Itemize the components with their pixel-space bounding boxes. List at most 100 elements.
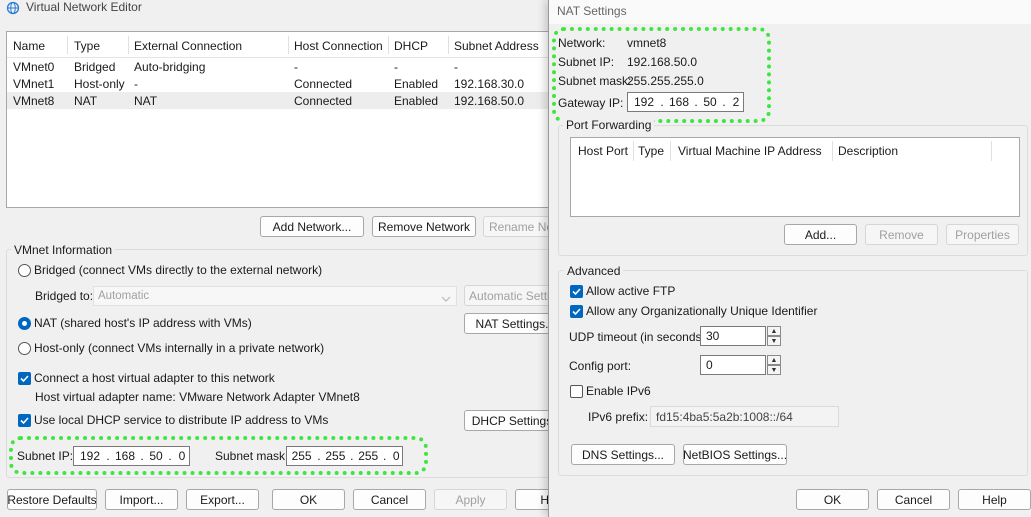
ip-octet: 192: [633, 95, 655, 109]
nat-dialog: NAT Settings Network: vmnet8 Subnet IP: …: [548, 0, 1031, 517]
pf-col-vm-ip[interactable]: Virtual Machine IP Address: [678, 144, 822, 158]
udp-spin-down-icon[interactable]: ▼: [767, 336, 781, 346]
network-label: Network:: [558, 36, 606, 50]
bridged-label[interactable]: Bridged (connect VMs directly to the ext…: [34, 263, 322, 277]
row-host: Connected: [294, 77, 353, 91]
ip-octet: 168: [668, 95, 690, 109]
hostonly-label[interactable]: Host-only (connect VMs internally in a p…: [34, 341, 324, 355]
hostonly-radio[interactable]: [18, 342, 31, 355]
allow-oui-label[interactable]: Allow any Organizationally Unique Identi…: [586, 304, 817, 318]
ip-octet: 168: [114, 449, 136, 463]
row-type: Bridged: [74, 60, 116, 74]
pf-add-button[interactable]: Add...: [784, 224, 857, 245]
bridged-to-value: Automatic: [98, 290, 150, 302]
row-subnet: 192.168.50.0: [454, 94, 525, 108]
dhcp-checkbox[interactable]: [18, 414, 31, 427]
row-name: VMnet8: [13, 94, 55, 108]
ipv6-prefix-label: IPv6 prefix:: [588, 410, 649, 424]
add-network-button[interactable]: Add Network...: [260, 216, 364, 237]
ip-dot: .: [140, 449, 144, 463]
dhcp-label[interactable]: Use local DHCP service to distribute IP …: [34, 413, 328, 427]
vne-ok-button[interactable]: OK: [272, 489, 345, 510]
network-list[interactable]: Name Type External Connection Host Conne…: [6, 31, 561, 208]
automatic-settings-button[interactable]: Automatic Settin: [464, 285, 560, 306]
row-subnet: 192.168.30.0: [454, 77, 525, 91]
row-ext: -: [134, 77, 138, 91]
list-header: Name Type External Connection Host Conne…: [7, 32, 561, 58]
enable-ipv6-label[interactable]: Enable IPv6: [586, 384, 651, 398]
row-type: NAT: [74, 94, 98, 108]
col-divider: [128, 36, 129, 54]
row-subnet: -: [454, 60, 458, 74]
ipv6-prefix-input[interactable]: fd15:4ba5:5a2b:1008::/64: [650, 406, 839, 427]
config-port-value: 0: [706, 358, 713, 372]
ipv6-prefix-value: fd15:4ba5:5a2b:1008::/64: [656, 409, 793, 424]
pf-col-host-port[interactable]: Host Port: [578, 144, 628, 158]
subnet-mask-field[interactable]: 255. 255. 255. 0: [286, 446, 403, 466]
dhcp-settings-button[interactable]: DHCP Settings: [464, 410, 560, 431]
adapter-name: Host virtual adapter name: VMware Networ…: [35, 390, 360, 404]
dns-settings-button[interactable]: DNS Settings...: [571, 444, 675, 465]
chevron-down-icon: [441, 292, 451, 306]
config-spin-down-icon[interactable]: ▼: [767, 365, 781, 375]
pf-col-description[interactable]: Description: [838, 144, 898, 158]
row-host: -: [294, 60, 298, 74]
config-port-label: Config port:: [569, 359, 632, 373]
nat-label[interactable]: NAT (shared host's IP address with VMs): [34, 316, 252, 330]
row-name: VMnet1: [13, 77, 55, 91]
row-name: VMnet0: [13, 60, 55, 74]
nat-help-button[interactable]: Help: [958, 489, 1031, 510]
pf-col-type[interactable]: Type: [638, 144, 664, 158]
vne-cancel-button[interactable]: Cancel: [353, 489, 426, 510]
col-divider: [832, 141, 833, 161]
gateway-ip-field[interactable]: 192. 168. 50. 2: [627, 92, 744, 112]
export-button[interactable]: Export...: [186, 489, 259, 510]
import-button[interactable]: Import...: [105, 489, 178, 510]
udp-timeout-input[interactable]: 30: [700, 326, 766, 346]
col-name-header[interactable]: Name: [13, 39, 45, 53]
subnet-ip-label: Subnet IP:: [17, 449, 74, 463]
vne-titlebar: Virtual Network Editor: [0, 0, 560, 22]
connect-adapter-checkbox[interactable]: [18, 372, 31, 385]
nat-settings-button[interactable]: NAT Settings.: [464, 313, 560, 334]
col-ext-header[interactable]: External Connection: [134, 39, 242, 53]
connect-adapter-label[interactable]: Connect a host virtual adapter to this n…: [34, 371, 275, 385]
table-row-selected[interactable]: VMnet8 NAT NAT Connected Enabled 192.168…: [7, 92, 561, 109]
nat-ok-button[interactable]: OK: [796, 489, 869, 510]
enable-ipv6-checkbox[interactable]: [570, 385, 583, 398]
pf-remove-button[interactable]: Remove: [865, 224, 938, 245]
vne-window: Virtual Network Editor Name Type Externa…: [0, 0, 566, 517]
col-host-header[interactable]: Host Connection: [294, 39, 383, 53]
col-dhcp-header[interactable]: DHCP: [394, 39, 428, 53]
config-port-input[interactable]: 0: [700, 355, 766, 375]
row-dhcp: -: [394, 60, 398, 74]
vne-apply-button[interactable]: Apply: [434, 489, 507, 510]
col-divider: [670, 141, 671, 161]
col-subnet-header[interactable]: Subnet Address: [454, 39, 539, 53]
subnet-ip-field[interactable]: 192. 168. 50. 0: [73, 446, 190, 466]
advanced-label: Advanced: [564, 264, 624, 278]
ip-dot: .: [350, 449, 354, 463]
table-row[interactable]: VMnet0 Bridged Auto-bridging - - -: [7, 58, 561, 75]
nat-radio[interactable]: [18, 317, 31, 330]
bridged-to-select[interactable]: Automatic: [93, 286, 457, 306]
netbios-settings-button[interactable]: NetBIOS Settings...: [683, 444, 787, 465]
pf-properties-button[interactable]: Properties: [946, 224, 1019, 245]
restore-defaults-button[interactable]: Restore Defaults: [7, 489, 97, 510]
port-forwarding-list[interactable]: Host Port Type Virtual Machine IP Addres…: [570, 137, 1020, 217]
col-divider: [288, 36, 289, 54]
allow-oui-checkbox[interactable]: [570, 305, 583, 318]
row-type: Host-only: [74, 77, 125, 91]
table-row[interactable]: VMnet1 Host-only - Connected Enabled 192…: [7, 75, 561, 92]
col-divider: [67, 36, 68, 54]
bridged-radio[interactable]: [18, 264, 31, 277]
remove-network-button[interactable]: Remove Network: [372, 216, 476, 237]
allow-ftp-checkbox[interactable]: [570, 285, 583, 298]
col-type-header[interactable]: Type: [74, 39, 100, 53]
subnet-mask-label: Subnet mask:: [215, 449, 289, 463]
network-value: vmnet8: [627, 36, 667, 50]
config-spin-up-icon[interactable]: ▲: [767, 355, 781, 365]
allow-ftp-label[interactable]: Allow active FTP: [586, 284, 675, 298]
udp-spin-up-icon[interactable]: ▲: [767, 326, 781, 336]
nat-cancel-button[interactable]: Cancel: [877, 489, 950, 510]
